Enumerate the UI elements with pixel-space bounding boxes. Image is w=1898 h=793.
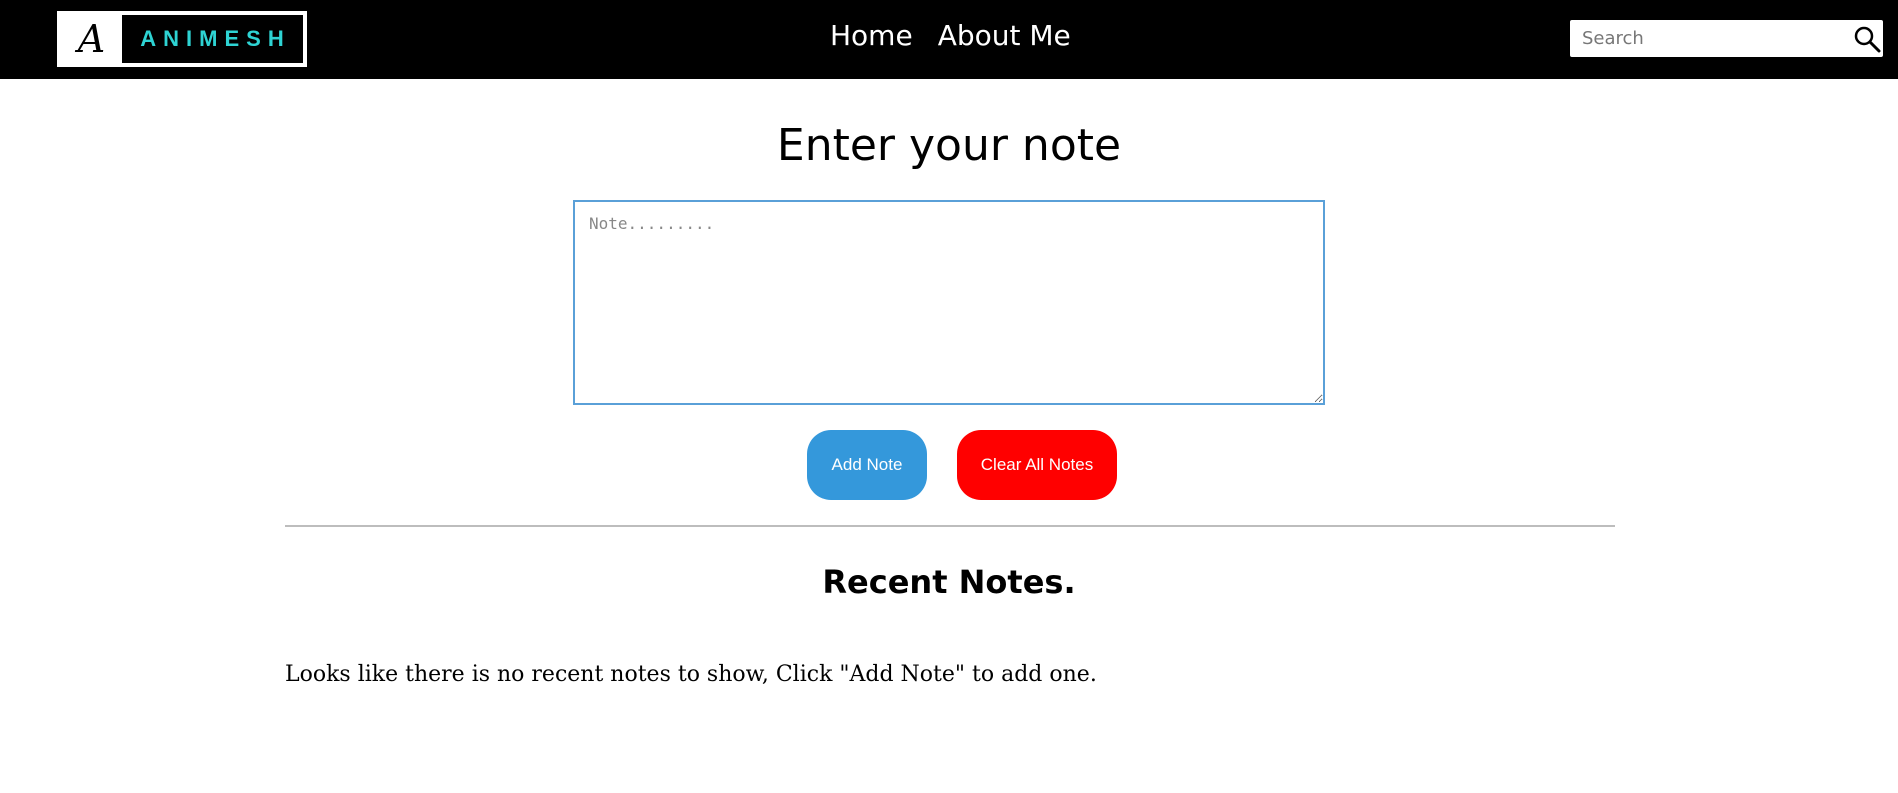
logo-mark: A bbox=[61, 15, 122, 63]
add-note-button[interactable]: Add Note bbox=[807, 430, 927, 500]
note-textarea[interactable] bbox=[573, 200, 1325, 405]
recent-notes-title: Recent Notes. bbox=[822, 563, 1076, 601]
logo[interactable]: A ANIMESH bbox=[57, 11, 307, 67]
clear-all-notes-button[interactable]: Clear All Notes bbox=[957, 430, 1117, 500]
search-box bbox=[1570, 20, 1883, 57]
navbar: A ANIMESH Home About Me bbox=[0, 0, 1898, 79]
empty-notes-message: Looks like there is no recent notes to s… bbox=[285, 662, 1097, 687]
nav-home-link[interactable]: Home bbox=[830, 16, 913, 56]
section-divider bbox=[285, 525, 1615, 527]
search-input[interactable] bbox=[1570, 20, 1840, 57]
nav-about-link[interactable]: About Me bbox=[938, 16, 1071, 56]
search-icon[interactable] bbox=[1853, 25, 1881, 53]
logo-text: ANIMESH bbox=[122, 15, 303, 63]
page-heading: Enter your note bbox=[776, 120, 1122, 171]
nav-links: Home About Me bbox=[830, 16, 1071, 56]
